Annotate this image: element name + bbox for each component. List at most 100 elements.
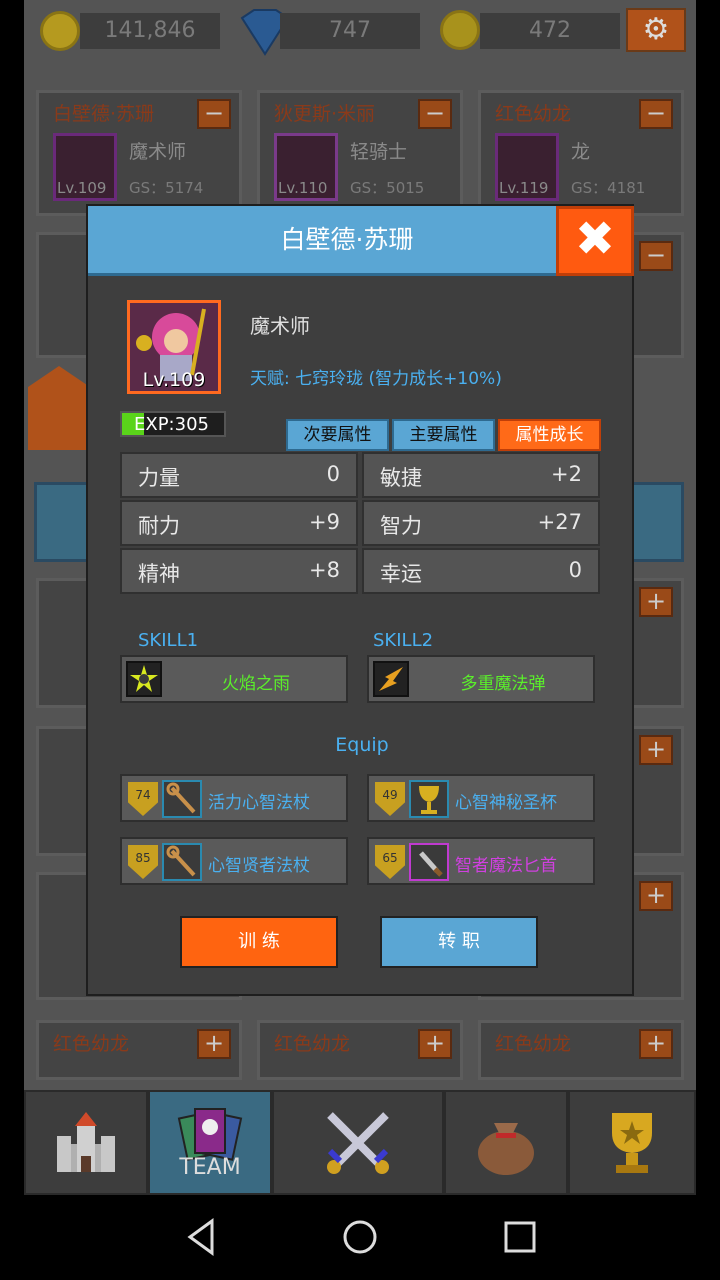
hero-class: 轻骑士 xyxy=(350,141,408,163)
bottom-tab-bar: TEAM xyxy=(24,1090,696,1195)
close-icon: ✖ xyxy=(574,211,616,267)
team-slot-card[interactable]: 狄更斯·米丽 − Lv.110 轻骑士 GS：5015 xyxy=(257,90,463,216)
dialog-title: 白壁德·苏珊 xyxy=(280,225,414,254)
equip-name: 智者魔法匕首 xyxy=(455,856,557,876)
remove-button[interactable]: − xyxy=(639,241,673,271)
gem-amount: 747 xyxy=(280,13,420,49)
stat-intelligence: 智力 +27 xyxy=(362,500,600,546)
equip-name: 心智神秘圣杯 xyxy=(455,793,557,813)
hero-name: 红色幼龙 xyxy=(274,1033,351,1055)
stat-label: 幸运 xyxy=(380,562,422,586)
remove-button[interactable]: − xyxy=(639,99,673,129)
skill2-slot[interactable]: 多重魔法弹 xyxy=(367,655,595,703)
staff-icon xyxy=(162,780,202,818)
equip-level: 74 xyxy=(135,788,151,802)
magic-missile-icon xyxy=(373,661,409,697)
tab-bag[interactable] xyxy=(444,1090,568,1195)
skill2-label: SKILL2 xyxy=(373,630,434,651)
stat-value: +2 xyxy=(551,462,582,486)
equip-level: 65 xyxy=(382,851,398,865)
chalice-icon xyxy=(409,780,449,818)
add-button[interactable]: + xyxy=(197,1029,231,1059)
hero-level: Lv.110 xyxy=(278,179,328,197)
equip-name: 活力心智法杖 xyxy=(208,793,310,813)
tab-team[interactable]: TEAM xyxy=(148,1090,272,1195)
stat-value: +8 xyxy=(309,558,340,582)
equip-slot[interactable]: 74 活力心智法杖 xyxy=(120,774,348,822)
hero-name: 白壁德·苏珊 xyxy=(53,103,155,125)
gold-amount: 141,846 xyxy=(80,13,220,49)
hero-gs: GS：5015 xyxy=(350,179,425,197)
crossed-swords-icon xyxy=(327,1111,389,1174)
hero-level: Lv.119 xyxy=(499,179,549,197)
hero-class: 魔术师 xyxy=(250,314,310,338)
hero-level: Lv.109 xyxy=(142,369,206,391)
tab-attribute-growth[interactable]: 属性成长 xyxy=(498,419,601,451)
gold-coin-icon xyxy=(40,11,80,51)
add-button[interactable]: + xyxy=(639,587,673,617)
stat-value: 0 xyxy=(326,462,340,486)
exp-text: EXP:305 xyxy=(134,414,209,435)
transfer-button[interactable]: 转 职 xyxy=(380,916,538,968)
back-icon[interactable] xyxy=(180,1215,224,1259)
stat-strength: 力量 0 xyxy=(120,452,358,498)
skill1-slot[interactable]: 火焰之雨 xyxy=(120,655,348,703)
add-button[interactable]: + xyxy=(639,1029,673,1059)
tab-battle[interactable] xyxy=(272,1090,444,1195)
skill1-label: SKILL1 xyxy=(138,630,199,651)
add-button[interactable]: + xyxy=(418,1029,452,1059)
money-bag-icon xyxy=(478,1122,534,1175)
hero-class: 魔术师 xyxy=(129,141,187,163)
dagger-icon xyxy=(409,843,449,881)
close-button[interactable]: ✖ xyxy=(556,206,634,276)
equip-level: 85 xyxy=(135,851,151,865)
star-amount: 472 xyxy=(480,13,620,49)
home-icon[interactable] xyxy=(338,1215,382,1259)
hero-talent: 天赋: 七窍玲珑 (智力成长+10%) xyxy=(250,369,502,389)
stat-spirit: 精神 +8 xyxy=(120,548,358,594)
formation-badge xyxy=(28,366,90,450)
tab-castle[interactable] xyxy=(24,1090,148,1195)
hero-name: 狄更斯·米丽 xyxy=(274,103,376,125)
stat-label: 敏捷 xyxy=(380,466,422,490)
add-button[interactable]: + xyxy=(639,735,673,765)
remove-button[interactable]: − xyxy=(197,99,231,129)
hero-detail-dialog: 白壁德·苏珊 ✖ Lv.109 魔术师 天赋: 七窍玲珑 (智力成长+10%) … xyxy=(86,204,634,996)
hero-list-card[interactable]: 红色幼龙 + xyxy=(257,1020,463,1080)
tab-trophy[interactable] xyxy=(568,1090,696,1195)
skill2-name: 多重魔法弹 xyxy=(460,674,546,694)
equip-slot[interactable]: 85 心智贤者法杖 xyxy=(120,837,348,885)
trophy-icon xyxy=(612,1112,652,1173)
train-button[interactable]: 训 练 xyxy=(180,916,338,968)
equip-slot[interactable]: 65 智者魔法匕首 xyxy=(367,837,595,885)
hero-portrait: Lv.109 xyxy=(127,300,221,394)
remove-button[interactable]: − xyxy=(418,99,452,129)
stat-value: +9 xyxy=(309,510,340,534)
team-slot-card[interactable]: 白壁德·苏珊 − Lv.109 魔术师 GS：5174 xyxy=(36,90,242,216)
hero-level: Lv.109 xyxy=(57,179,107,197)
tab-primary-attributes[interactable]: 主要属性 xyxy=(392,419,495,451)
stat-label: 耐力 xyxy=(138,514,180,538)
equip-slot[interactable]: 49 心智神秘圣杯 xyxy=(367,774,595,822)
hero-list-card[interactable]: 红色幼龙 + xyxy=(36,1020,242,1080)
skill1-name: 火焰之雨 xyxy=(222,674,290,694)
settings-button[interactable]: ⚙ xyxy=(626,8,686,52)
gear-icon: ⚙ xyxy=(642,12,670,47)
star-coin-icon xyxy=(440,10,480,50)
equip-label: Equip xyxy=(335,734,389,756)
tab-team-label: TEAM xyxy=(179,1155,241,1180)
equip-name: 心智贤者法杖 xyxy=(208,856,310,876)
hero-gs: GS：4181 xyxy=(571,179,646,197)
stat-label: 力量 xyxy=(138,466,180,490)
equip-level: 49 xyxy=(382,788,398,802)
staff-icon xyxy=(162,843,202,881)
hero-list-card[interactable]: 红色幼龙 + xyxy=(478,1020,684,1080)
exp-bar: EXP:305 xyxy=(120,411,226,437)
hero-gs: GS：5174 xyxy=(129,179,204,197)
team-slot-card[interactable]: 红色幼龙 − Lv.119 龙 GS：4181 xyxy=(478,90,684,216)
recents-icon[interactable] xyxy=(498,1215,542,1259)
stat-label: 精神 xyxy=(138,562,180,586)
tab-secondary-attributes[interactable]: 次要属性 xyxy=(286,419,389,451)
add-button[interactable]: + xyxy=(639,881,673,911)
stat-value: 0 xyxy=(568,558,582,582)
